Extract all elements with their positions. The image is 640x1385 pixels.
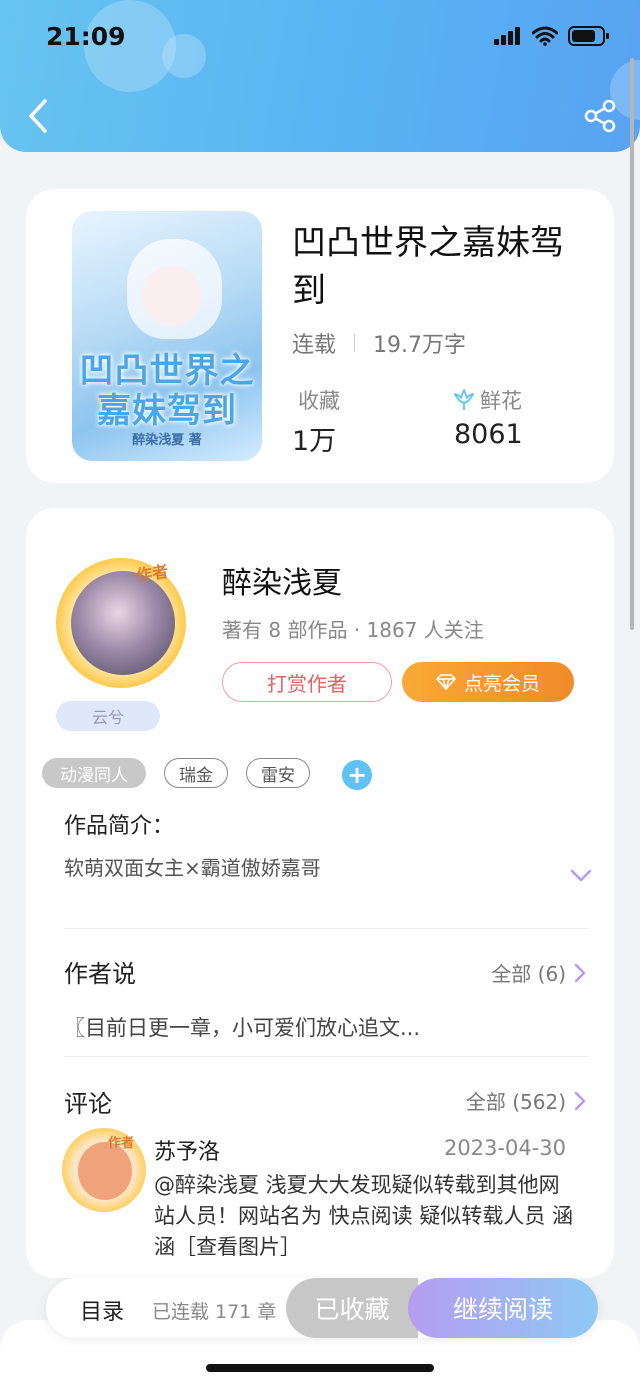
tag-item[interactable]: 瑞金 bbox=[164, 758, 228, 788]
header: 21:09 bbox=[0, 0, 640, 152]
author-says-title: 作者说 bbox=[64, 960, 136, 988]
battery-icon bbox=[568, 26, 609, 46]
favorites-label: 收藏 bbox=[298, 389, 340, 413]
scrollbar[interactable] bbox=[630, 58, 634, 630]
comment-text[interactable]: @醉染浅夏 浅夏大大发现疑似转载到其他网站人员！网站名为 快点阅读 疑似转载人员… bbox=[154, 1170, 574, 1263]
author-says-more-link[interactable]: 全部 (6) bbox=[491, 958, 586, 987]
bottom-action-bar: 目录 已连载 171 章 已收藏 继续阅读 bbox=[46, 1278, 598, 1338]
chevron-right-icon bbox=[574, 1091, 586, 1110]
author-says-text[interactable]: 〖目前日更一章，小可爱们放心追文... bbox=[64, 1012, 420, 1042]
add-tag-button[interactable]: + bbox=[342, 760, 372, 790]
book-detail-page: 21:09 凹凸世界之嘉妹驾到 醉染浅夏 著 凹凸世界之嘉妹驾到 连载 19.7… bbox=[0, 0, 640, 1385]
chevron-right-icon bbox=[574, 963, 586, 982]
toc-button[interactable]: 目录 bbox=[80, 1294, 124, 1326]
comments-title: 评论 bbox=[64, 1090, 112, 1118]
vip-label: 点亮会员 bbox=[463, 672, 540, 695]
diamond-icon bbox=[436, 674, 456, 690]
book-status: 连载 bbox=[292, 333, 337, 358]
status-icons bbox=[494, 26, 610, 46]
author-avatar-tag: 作者 bbox=[135, 561, 170, 586]
chevron-left-icon bbox=[29, 99, 47, 133]
meta-divider bbox=[354, 334, 356, 352]
cover-face bbox=[142, 266, 202, 326]
comments-more-link[interactable]: 全部 (562) bbox=[466, 1086, 586, 1115]
commenter-name[interactable]: 苏予洛 bbox=[154, 1134, 220, 1166]
favorites-value: 1万 bbox=[292, 426, 337, 457]
cover-author: 醉染浅夏 著 bbox=[132, 433, 202, 448]
book-meta: 连载 19.7万字 bbox=[292, 327, 466, 359]
activate-vip-button[interactable]: 点亮会员 bbox=[402, 662, 574, 702]
intro-title: 作品简介： bbox=[64, 814, 175, 839]
tag-item[interactable]: 雷安 bbox=[246, 758, 310, 788]
commenter-avatar-tag: 作者 bbox=[108, 1136, 135, 1151]
book-cover[interactable]: 凹凸世界之嘉妹驾到 醉染浅夏 著 bbox=[72, 211, 262, 461]
expand-intro-button[interactable] bbox=[570, 868, 592, 887]
chevron-down-icon bbox=[570, 869, 592, 882]
cover-title: 凹凸世界之嘉妹驾到 bbox=[79, 351, 255, 431]
continue-reading-button[interactable]: 继续阅读 bbox=[408, 1278, 598, 1338]
flowers-label[interactable]: 鲜花 bbox=[452, 385, 522, 415]
divider bbox=[64, 1056, 588, 1057]
author-badge: 云兮 bbox=[56, 701, 160, 731]
back-button[interactable] bbox=[20, 96, 56, 136]
plus-icon: + bbox=[346, 761, 368, 789]
wifi-icon bbox=[532, 26, 558, 46]
collected-button[interactable]: 已收藏 bbox=[286, 1278, 418, 1338]
author-meta: 著有 8 部作品 · 1867 人关注 bbox=[222, 618, 484, 642]
share-icon bbox=[584, 99, 616, 133]
book-info-card: 凹凸世界之嘉妹驾到 醉染浅夏 著 凹凸世界之嘉妹驾到 连载 19.7万字 收藏 … bbox=[26, 189, 614, 483]
reward-author-button[interactable]: 打赏作者 bbox=[222, 662, 392, 702]
chapter-count[interactable]: 已连载 171 章 bbox=[152, 1297, 276, 1324]
home-indicator[interactable] bbox=[206, 1364, 434, 1372]
flowers-value: 8061 bbox=[454, 419, 523, 450]
intro-text: 软萌双面女主×霸道傲娇嘉哥 bbox=[64, 856, 321, 880]
decor-bubble bbox=[162, 34, 206, 78]
author-avatar[interactable] bbox=[71, 571, 175, 675]
status-time: 21:09 bbox=[46, 22, 126, 51]
divider bbox=[64, 928, 588, 929]
share-button[interactable] bbox=[580, 96, 620, 136]
signal-icon bbox=[494, 27, 520, 45]
book-title: 凹凸世界之嘉妹驾到 bbox=[292, 223, 564, 311]
word-count: 19.7万字 bbox=[373, 333, 467, 358]
author-detail-card: 作者 云兮 醉染浅夏 著有 8 部作品 · 1867 人关注 打赏作者 点亮会员… bbox=[26, 508, 614, 1278]
comment-date: 2023-04-30 bbox=[443, 1136, 566, 1160]
author-name[interactable]: 醉染浅夏 bbox=[222, 558, 342, 602]
flower-icon bbox=[454, 389, 474, 410]
tag-category[interactable]: 动漫同人 bbox=[42, 758, 146, 788]
